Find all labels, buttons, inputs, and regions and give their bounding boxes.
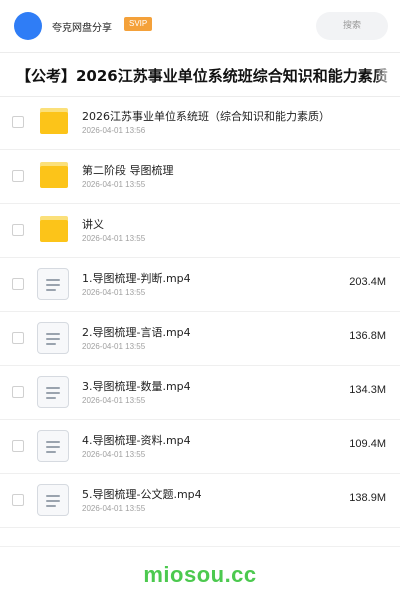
file-row[interactable]: 5.导图梳理-公文题.mp4 2026-04-01 13:55 138.9M bbox=[0, 474, 400, 528]
file-date: 2026-04-01 13:55 bbox=[82, 396, 146, 405]
file-name: 5.导图梳理-公文题.mp4 bbox=[82, 488, 202, 501]
file-date: 2026-04-01 13:55 bbox=[82, 288, 146, 297]
folder-title-bar: 【公考】2026江苏事业单位系统班综合知识和能力素质 G bbox=[0, 56, 400, 96]
file-row[interactable]: 第二阶段 导图梳理 2026-04-01 13:55 bbox=[0, 150, 400, 204]
file-size: 138.9M bbox=[349, 492, 386, 504]
file-name: 3.导图梳理-数量.mp4 bbox=[82, 380, 191, 393]
file-name: 2026江苏事业单位系统班（综合知识和能力素质） bbox=[82, 110, 330, 123]
file-name: 2.导图梳理-言语.mp4 bbox=[82, 326, 191, 339]
folder-title: 【公考】2026江苏事业单位系统班综合知识和能力素质 bbox=[16, 67, 388, 85]
file-name: 4.导图梳理-资料.mp4 bbox=[82, 434, 191, 447]
folder-icon bbox=[40, 162, 68, 188]
sharer-name: 夸克网盘分享 bbox=[52, 23, 112, 34]
search-button[interactable]: 搜索 bbox=[316, 12, 388, 40]
select-checkbox[interactable] bbox=[12, 170, 24, 182]
file-list: 2026江苏事业单位系统班（综合知识和能力素质） 2026-04-01 13:5… bbox=[0, 96, 400, 528]
file-row[interactable]: 3.导图梳理-数量.mp4 2026-04-01 13:55 134.3M bbox=[0, 366, 400, 420]
file-name: 讲义 bbox=[82, 218, 104, 231]
watermark: miosou.cc bbox=[143, 562, 257, 587]
list-bottom-divider bbox=[0, 546, 400, 547]
folder-title-tail: G bbox=[378, 68, 386, 79]
folder-icon bbox=[40, 108, 68, 134]
file-name: 第二阶段 导图梳理 bbox=[82, 164, 174, 177]
select-checkbox[interactable] bbox=[12, 386, 24, 398]
video-file-icon bbox=[37, 268, 69, 300]
select-checkbox[interactable] bbox=[12, 494, 24, 506]
video-file-icon bbox=[37, 376, 69, 408]
svip-badge: SVIP bbox=[124, 17, 153, 31]
file-name: 1.导图梳理-判断.mp4 bbox=[82, 272, 191, 285]
search-label: 搜索 bbox=[342, 21, 361, 31]
avatar[interactable] bbox=[14, 12, 42, 40]
file-date: 2026-04-01 13:55 bbox=[82, 180, 146, 189]
select-checkbox[interactable] bbox=[12, 440, 24, 452]
file-row[interactable]: 讲义 2026-04-01 13:55 bbox=[0, 204, 400, 258]
file-row[interactable]: 2.导图梳理-言语.mp4 2026-04-01 13:55 136.8M bbox=[0, 312, 400, 366]
file-row[interactable]: 2026江苏事业单位系统班（综合知识和能力素质） 2026-04-01 13:5… bbox=[0, 96, 400, 150]
select-checkbox[interactable] bbox=[12, 224, 24, 236]
file-date: 2026-04-01 13:55 bbox=[82, 450, 146, 459]
file-size: 109.4M bbox=[349, 438, 386, 450]
select-checkbox[interactable] bbox=[12, 116, 24, 128]
file-size: 136.8M bbox=[349, 330, 386, 342]
video-file-icon bbox=[37, 484, 69, 516]
select-checkbox[interactable] bbox=[12, 278, 24, 290]
file-date: 2026-04-01 13:55 bbox=[82, 234, 146, 243]
file-size: 203.4M bbox=[349, 276, 386, 288]
app-header: 夸克网盘分享 SVIP 搜索 bbox=[0, 0, 400, 52]
file-size: 134.3M bbox=[349, 384, 386, 396]
file-row[interactable]: 4.导图梳理-资料.mp4 2026-04-01 13:55 109.4M bbox=[0, 420, 400, 474]
select-checkbox[interactable] bbox=[12, 332, 24, 344]
file-row[interactable]: 1.导图梳理-判断.mp4 2026-04-01 13:55 203.4M bbox=[0, 258, 400, 312]
video-file-icon bbox=[37, 430, 69, 462]
file-date: 2026-04-01 13:55 bbox=[82, 504, 146, 513]
header-divider bbox=[0, 52, 400, 53]
video-file-icon bbox=[37, 322, 69, 354]
folder-icon bbox=[40, 216, 68, 242]
file-date: 2026-04-01 13:55 bbox=[82, 342, 146, 351]
file-date: 2026-04-01 13:56 bbox=[82, 126, 146, 135]
